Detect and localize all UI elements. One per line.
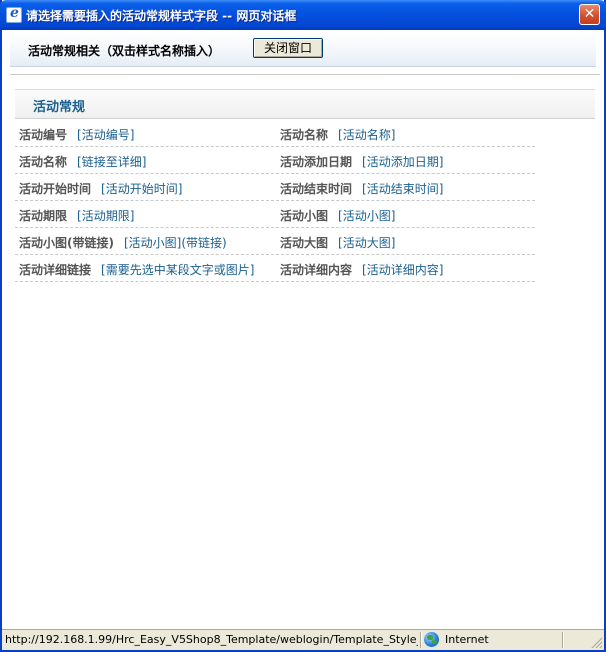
field-row: 活动小图(带链接) [活动小图](带链接) 活动大图 [活动大图]: [15, 228, 535, 255]
field-row: 活动期限 [活动期限] 活动小图 [活动小图]: [15, 201, 535, 228]
field-label: 活动结束时间: [280, 182, 353, 196]
window-close-button[interactable]: ✕: [579, 4, 600, 25]
field-label: 活动名称: [19, 155, 68, 169]
status-url: http://192.168.1.99/Hrc_Easy_V5Shop8_Tem…: [5, 633, 418, 646]
field-tag[interactable]: [活动小图]: [338, 209, 395, 223]
field-label: 活动开始时间: [19, 182, 92, 196]
security-zone: Internet: [445, 633, 489, 646]
field-item[interactable]: 活动详细链接 [需要先选中某段文字或图片]: [19, 261, 254, 278]
window-title: 请选择需要插入的活动常规样式字段 -- 网页对话框: [26, 9, 297, 23]
field-row: 活动编号 [活动编号] 活动名称 [活动名称]: [15, 120, 535, 147]
field-item[interactable]: 活动结束时间 [活动结束时间]: [280, 180, 443, 197]
ie-icon: [6, 5, 22, 23]
field-label: 活动期限: [19, 209, 68, 223]
toolbar-label: 活动常规相关（双击样式名称插入）: [28, 44, 221, 58]
field-list: 活动编号 [活动编号] 活动名称 [活动名称] 活动名称 [链接至详细] 活动添加日期…: [15, 120, 535, 282]
field-item[interactable]: 活动小图(带链接) [活动小图](带链接): [19, 234, 227, 251]
field-label: 活动小图: [280, 209, 329, 223]
dialog-window: 请选择需要插入的活动常规样式字段 -- 网页对话框 ✕ 活动常规相关（双击样式名…: [0, 0, 606, 652]
field-label: 活动详细链接: [19, 263, 92, 277]
field-label: 活动编号: [19, 128, 68, 142]
field-item[interactable]: 活动名称 [活动名称]: [280, 126, 395, 143]
field-row: 活动详细链接 [需要先选中某段文字或图片] 活动详细内容 [活动详细内容]: [15, 255, 535, 282]
field-tag[interactable]: [链接至详细]: [77, 155, 146, 169]
field-item[interactable]: 活动名称 [链接至详细]: [19, 153, 146, 170]
section-header: 活动常规: [15, 89, 595, 119]
field-tag[interactable]: [活动添加日期]: [362, 155, 443, 169]
status-divider: [420, 632, 421, 648]
globe-icon: [424, 632, 439, 647]
field-item[interactable]: 活动大图 [活动大图]: [280, 234, 395, 251]
field-tag[interactable]: [活动大图]: [338, 236, 395, 250]
field-tag[interactable]: [需要先选中某段文字或图片]: [101, 263, 254, 277]
title-bar[interactable]: 请选择需要插入的活动常规样式字段 -- 网页对话框 ✕: [0, 0, 606, 30]
field-item[interactable]: 活动添加日期 [活动添加日期]: [280, 153, 443, 170]
field-label: 活动大图: [280, 236, 329, 250]
field-tag[interactable]: [活动结束时间]: [362, 182, 443, 196]
status-bar: http://192.168.1.99/Hrc_Easy_V5Shop8_Tem…: [2, 629, 604, 650]
field-item[interactable]: 活动编号 [活动编号]: [19, 126, 134, 143]
divider: [10, 74, 600, 75]
field-tag[interactable]: [活动小图](带链接): [124, 236, 227, 250]
field-tag[interactable]: [活动编号]: [77, 128, 134, 142]
resize-grip[interactable]: [590, 636, 602, 648]
field-tag[interactable]: [活动期限]: [77, 209, 134, 223]
field-item[interactable]: 活动详细内容 [活动详细内容]: [280, 261, 443, 278]
field-item[interactable]: 活动开始时间 [活动开始时间]: [19, 180, 182, 197]
field-item[interactable]: 活动期限 [活动期限]: [19, 207, 134, 224]
status-divider: [562, 632, 563, 648]
field-item[interactable]: 活动小图 [活动小图]: [280, 207, 395, 224]
field-label: 活动小图(带链接): [19, 236, 114, 250]
close-icon: ✕: [583, 6, 596, 22]
field-tag[interactable]: [活动详细内容]: [362, 263, 443, 277]
field-tag[interactable]: [活动名称]: [338, 128, 395, 142]
field-row: 活动名称 [链接至详细] 活动添加日期 [活动添加日期]: [15, 147, 535, 174]
field-label: 活动添加日期: [280, 155, 353, 169]
section-title: 活动常规: [33, 100, 86, 115]
field-tag[interactable]: [活动开始时间]: [101, 182, 182, 196]
field-row: 活动开始时间 [活动开始时间] 活动结束时间 [活动结束时间]: [15, 174, 535, 201]
field-label: 活动详细内容: [280, 263, 353, 277]
field-label: 活动名称: [280, 128, 329, 142]
close-window-button[interactable]: 关闭窗口: [253, 38, 323, 58]
toolbar: 活动常规相关（双击样式名称插入） 关闭窗口: [10, 32, 596, 67]
